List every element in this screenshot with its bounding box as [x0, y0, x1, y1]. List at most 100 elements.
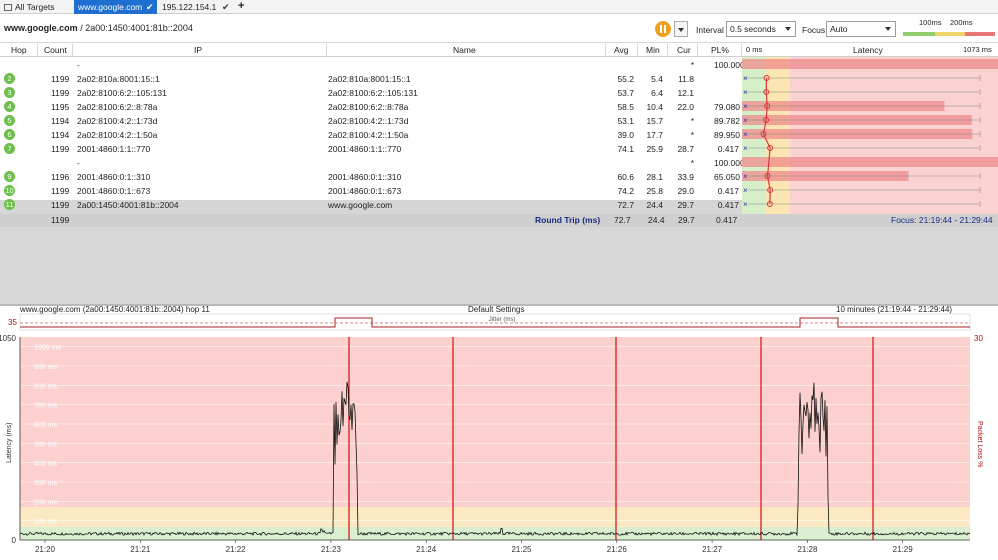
- y-right-max-label: 30: [974, 334, 983, 343]
- table-row[interactable]: 4 1195 2a02:8100:6:2::8:78a 2a02:8100:6:2::…: [0, 100, 742, 114]
- cell-cur: 29.0: [677, 186, 694, 196]
- cell-name: 2a02:8100:6:2::105:131: [328, 88, 418, 98]
- min-marker: ×: [743, 88, 748, 97]
- cell-avg: 58.5: [617, 102, 634, 112]
- x-tick-label: 21:20: [35, 545, 56, 554]
- chevron-down-icon: [885, 27, 891, 31]
- summary-min: 24.4: [648, 215, 665, 225]
- cell-min: 25.8: [646, 186, 663, 196]
- cell-count: 1194: [51, 116, 70, 126]
- grid-label: 100 ms: [34, 519, 57, 526]
- x-tick-label: 21:29: [893, 545, 914, 554]
- table-row[interactable]: 6 1194 2a02:8100:4:2::1:50a 2a02:8100:4:2::…: [0, 128, 742, 142]
- cell-count: 1194: [51, 130, 70, 140]
- y-axis-label: Latency (ms): [6, 423, 13, 463]
- table-row[interactable]: 5 1194 2a02:8100:4:2::1:73d 2a02:8100:4:2::…: [0, 114, 742, 128]
- grid-label: 600 ms: [34, 422, 57, 429]
- table-header: Hop Count IP Name Avg Min Cur PL% 0 ms L…: [0, 44, 998, 57]
- summary-row: 1199 Round Trip (ms) 72.7 24.4 29.7 0.41…: [0, 214, 998, 227]
- tab-google[interactable]: www.google.com ✔: [74, 0, 157, 14]
- cell-cur: *: [690, 116, 694, 126]
- min-marker: ×: [743, 102, 748, 111]
- breadcrumb-target: www.google.com: [4, 23, 78, 33]
- latency-graph-column: × × × × × × × × ×: [742, 57, 998, 214]
- pause-options-dropdown[interactable]: [674, 21, 688, 37]
- table-row[interactable]: 2 1199 2a02:810a:8001:15::1 2a02:810a:8001:…: [0, 72, 742, 86]
- hop-number-badge: 10: [4, 185, 15, 196]
- table-row[interactable]: 11 1199 2a00:1450:4001:81b::2004 www.google…: [0, 198, 742, 212]
- col-latency[interactable]: Latency: [853, 45, 883, 55]
- cell-count: 1195: [51, 102, 70, 112]
- cell-cur: 22.0: [677, 102, 694, 112]
- cell-pl: 100.000: [714, 60, 745, 70]
- zone-yellow: [20, 507, 970, 527]
- x-tick-label: 21:25: [511, 545, 532, 554]
- y-right-axis-label: Packet Loss %: [976, 421, 983, 467]
- tab-label: www.google.com: [78, 2, 143, 12]
- latency-history-graph[interactable]: Jitter (ms) 35 1000 ms 900 ms 800 ms 700 ms…: [0, 313, 998, 560]
- cell-pl: 0.417: [717, 200, 739, 210]
- cell-name: 2a02:810a:8001:15::1: [328, 74, 411, 84]
- table-row[interactable]: 7 1199 2001:4860:1:1::770 2001:4860:1:1::77…: [0, 142, 742, 156]
- x-tick-label: 21:28: [797, 545, 818, 554]
- col-avg[interactable]: Avg: [614, 45, 629, 55]
- min-marker: ×: [743, 186, 748, 195]
- grid-label: 900 ms: [34, 364, 57, 371]
- hop-number-badge: 2: [4, 73, 15, 84]
- col-hop[interactable]: Hop: [11, 45, 27, 55]
- pause-button[interactable]: [655, 21, 671, 37]
- cell-ip: 2a02:8100:4:2::1:73d: [77, 116, 158, 126]
- cell-avg: 55.2: [617, 74, 634, 84]
- summary-focus-range: Focus: 21:19:44 - 21:29:44: [891, 215, 993, 225]
- summary-count: 1199: [51, 215, 70, 225]
- col-name[interactable]: Name: [453, 45, 476, 55]
- summary-avg: 72.7: [614, 215, 631, 225]
- cell-name: 2001:4860:0:1::310: [328, 172, 402, 182]
- cell-pl: 0.417: [717, 186, 739, 196]
- tab-195-122-154-1[interactable]: 195.122.154.1 ✔: [158, 0, 234, 14]
- legend-green: [903, 32, 935, 36]
- breadcrumb: www.google.com / 2a00:1450:4001:81b::200…: [4, 23, 193, 33]
- cell-pl: 79.080: [714, 102, 740, 112]
- min-marker: ×: [743, 116, 748, 125]
- table-row[interactable]: 9 1196 2001:4860:0:1::310 2001:4860:0:1::31…: [0, 170, 742, 184]
- grid-label: 500 ms: [34, 441, 57, 448]
- table-row[interactable]: 3 1199 2a02:8100:6:2::105:131 2a02:8100:6:2…: [0, 86, 742, 100]
- cell-min: 24.4: [646, 200, 663, 210]
- check-icon: ✔: [146, 2, 154, 12]
- col-divider: [741, 44, 742, 57]
- cell-name: 2a02:8100:6:2::8:78a: [328, 102, 409, 112]
- focus-select[interactable]: Auto: [826, 21, 896, 37]
- col-divider: [37, 44, 38, 57]
- chevron-down-icon: [785, 27, 791, 31]
- summary-pl: 0.417: [716, 215, 738, 225]
- interval-label: Interval: [696, 25, 724, 35]
- min-marker: ×: [743, 200, 748, 209]
- interval-select[interactable]: 0.5 seconds: [726, 21, 796, 37]
- add-tab-icon[interactable]: +: [234, 0, 248, 13]
- grid-label: 1000 ms: [34, 345, 61, 352]
- cell-count: 1199: [51, 144, 70, 154]
- cell-ip: 2001:4860:0:1::310: [77, 172, 151, 182]
- summary-label: Round Trip (ms): [535, 215, 601, 225]
- cell-count: 1199: [51, 74, 70, 84]
- col-ip[interactable]: IP: [194, 45, 202, 55]
- col-cur[interactable]: Cur: [677, 45, 691, 55]
- col-pl[interactable]: PL%: [711, 45, 729, 55]
- empty-table-area: [0, 227, 998, 304]
- table-row[interactable]: - * 100.000: [0, 58, 745, 72]
- tab-all-targets[interactable]: All Targets: [0, 0, 73, 14]
- col-count[interactable]: Count: [44, 45, 67, 55]
- cell-avg: 72.7: [617, 200, 634, 210]
- packet-loss-bar: [742, 59, 998, 69]
- hop-number-badge: 9: [4, 171, 15, 182]
- cell-cur: 12.1: [677, 88, 694, 98]
- col-min[interactable]: Min: [646, 45, 660, 55]
- table-row[interactable]: - * 100.000: [0, 156, 745, 170]
- cell-pl: 89.950: [714, 130, 740, 140]
- min-marker: ×: [743, 144, 748, 153]
- grid-label: 400 ms: [34, 461, 57, 468]
- cell-pl: 89.782: [714, 116, 740, 126]
- table-row[interactable]: 10 1199 2001:4860:0:1::673 2001:4860:0:1::6…: [0, 184, 742, 198]
- cell-count: 1199: [51, 200, 70, 210]
